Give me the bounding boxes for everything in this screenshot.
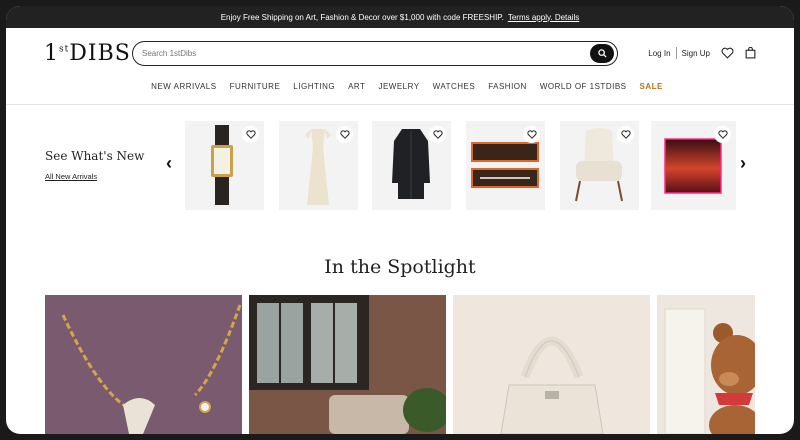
- nav-item-art[interactable]: ART: [348, 82, 365, 98]
- nav-item-sale[interactable]: SALE: [640, 82, 663, 98]
- logo[interactable]: 1stDIBS: [44, 41, 131, 66]
- search-bar: [132, 41, 618, 66]
- whats-new-title: See What's New: [45, 149, 145, 163]
- spotlight-tile-interior[interactable]: [249, 295, 446, 434]
- heart-icon: [620, 130, 631, 139]
- nav-item-lighting[interactable]: LIGHTING: [293, 82, 335, 98]
- interior-image: [249, 295, 446, 434]
- nav-item-fashion[interactable]: FASHION: [488, 82, 527, 98]
- favorite-button[interactable]: [714, 126, 731, 143]
- account-separator: [675, 47, 677, 59]
- product-card-watch-box[interactable]: [466, 121, 545, 210]
- product-card-watch[interactable]: [185, 121, 264, 210]
- favorite-button[interactable]: [523, 126, 540, 143]
- heart-icon: [432, 130, 443, 139]
- search-button[interactable]: [590, 44, 614, 63]
- favorite-button[interactable]: [429, 126, 446, 143]
- browser-viewport: Enjoy Free Shipping on Art, Fashion & De…: [6, 6, 794, 434]
- favorite-button[interactable]: [617, 126, 634, 143]
- spotlight-tile-handbag[interactable]: [453, 295, 650, 434]
- necklace-image: [61, 304, 242, 434]
- promo-banner: Enjoy Free Shipping on Art, Fashion & De…: [6, 6, 794, 28]
- favorite-button[interactable]: [242, 126, 259, 143]
- nav-item-jewelry[interactable]: JEWELRY: [378, 82, 419, 98]
- whats-new-section: See What's New All New Arrivals: [45, 149, 144, 181]
- nav-item-world-of-1stdibs[interactable]: WORLD OF 1STDIBS: [540, 82, 627, 98]
- search-icon: [597, 49, 607, 58]
- product-card-gown[interactable]: [279, 121, 358, 210]
- signup-link[interactable]: Sign Up: [682, 49, 710, 58]
- carousel-next-icon[interactable]: ›: [740, 153, 746, 174]
- nav-item-new-arrivals[interactable]: NEW ARRIVALS: [151, 82, 216, 98]
- header-divider: [6, 104, 794, 105]
- promo-link[interactable]: Terms apply. Details: [508, 13, 579, 22]
- favorite-button[interactable]: [336, 126, 353, 143]
- main-nav: NEW ARRIVALS FURNITURE LIGHTING ART JEWE…: [6, 82, 794, 98]
- account-links: Log In Sign Up: [648, 47, 756, 59]
- heart-icon: [717, 130, 728, 139]
- login-link[interactable]: Log In: [648, 49, 670, 58]
- spotlight-title: In the Spotlight: [324, 256, 476, 278]
- heart-icon: [339, 130, 350, 139]
- heart-icon: [526, 130, 537, 139]
- handbag-image: [500, 336, 604, 434]
- shopping-bag-icon[interactable]: [745, 47, 756, 59]
- promo-text: Enjoy Free Shipping on Art, Fashion & De…: [220, 12, 504, 22]
- nav-item-watches[interactable]: WATCHES: [433, 82, 476, 98]
- product-card-jacket[interactable]: [372, 121, 451, 210]
- search-input[interactable]: [142, 49, 590, 58]
- teddy-bear-image: [664, 308, 755, 434]
- product-card-painting[interactable]: [651, 121, 736, 210]
- heart-icon[interactable]: [721, 47, 734, 59]
- all-new-arrivals-link[interactable]: All New Arrivals: [45, 172, 144, 181]
- spotlight-tile-teddy-bear[interactable]: [657, 295, 755, 434]
- product-card-armchair[interactable]: [560, 121, 639, 210]
- heart-icon: [245, 130, 256, 139]
- nav-item-furniture[interactable]: FURNITURE: [230, 82, 281, 98]
- carousel-prev-icon[interactable]: ‹: [166, 153, 172, 174]
- site-header: 1stDIBS Log In Sign Up: [6, 28, 794, 82]
- spotlight-tile-necklace[interactable]: [45, 295, 242, 434]
